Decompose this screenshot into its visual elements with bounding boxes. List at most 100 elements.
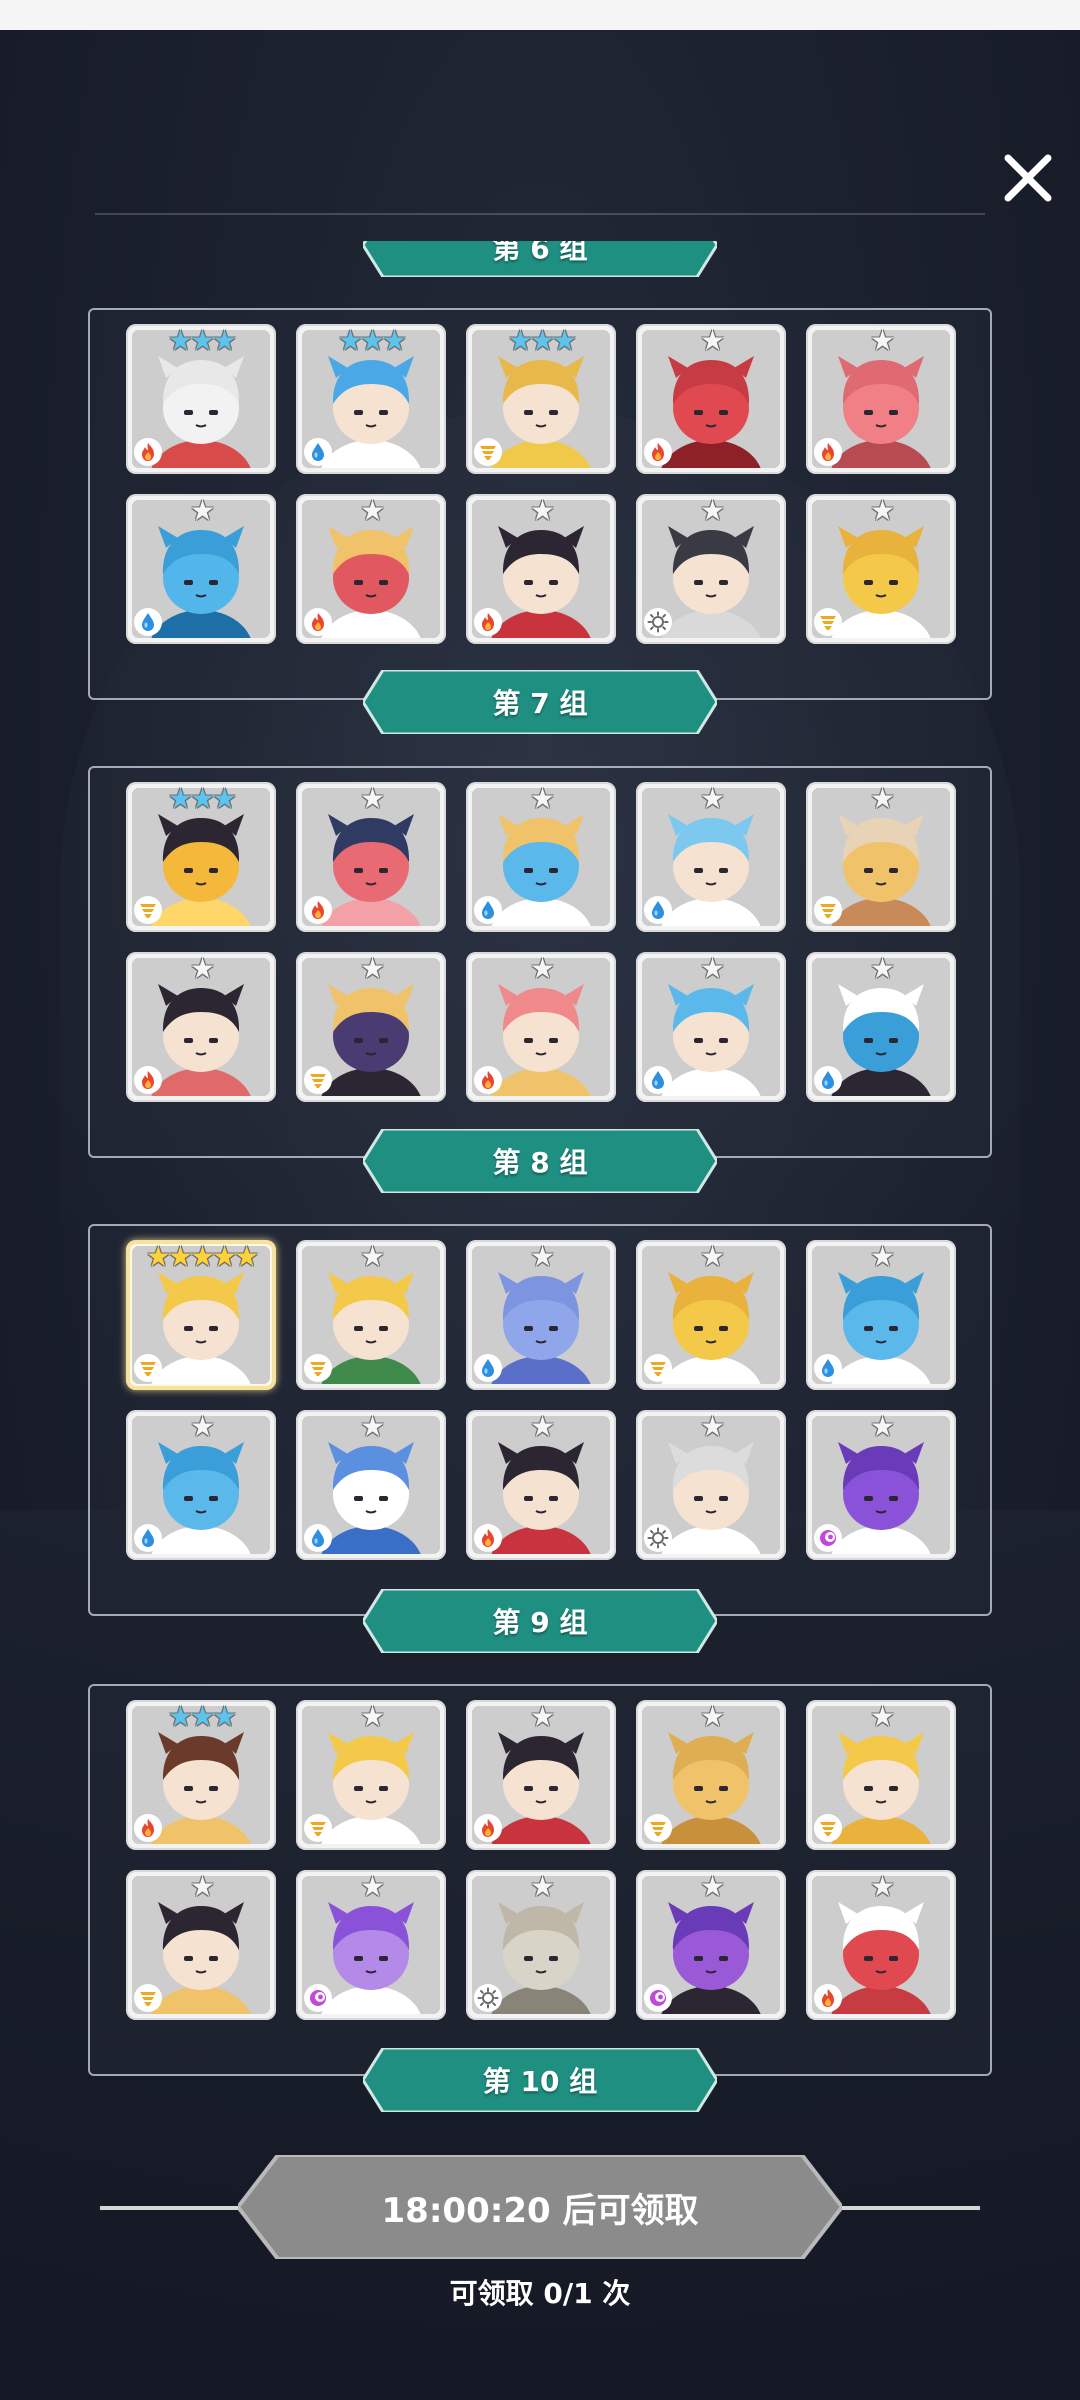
character-card[interactable]: ★ [806,952,956,1102]
character-card[interactable]: ★★★ [126,782,276,932]
star-rating: ★ [126,496,276,526]
close-button[interactable] [998,148,1058,208]
character-card[interactable]: ★ [296,1870,446,2020]
star-icon: ★ [869,1700,895,1733]
character-card[interactable]: ★★★ [126,1700,276,1850]
fire-element-icon [134,438,162,466]
character-card[interactable]: ★ [126,952,276,1102]
star-icon: ★ [359,1410,385,1443]
character-card[interactable]: ★ [466,1240,616,1390]
star-rating: ★ [806,784,956,814]
character-card[interactable]: ★ [636,952,786,1102]
fire-element-icon [814,438,842,466]
wind-element-icon [134,1354,162,1382]
group-title: 第 10 组 [482,2065,598,2098]
fire-element-icon [304,608,332,636]
character-card[interactable]: ★ [806,782,956,932]
close-icon [1004,154,1052,202]
group-title: 第 8 组 [492,1146,588,1179]
star-icon: ★ [167,1700,193,1733]
character-card[interactable]: ★★★ [466,324,616,474]
star-icon: ★ [359,1240,385,1273]
claim-line-left [100,2206,260,2210]
star-icon: ★ [552,324,577,357]
character-card[interactable]: ★★★ [126,324,276,474]
star-icon: ★ [529,1410,555,1443]
claim-button-label: 18:00:20 后可领取 [381,2190,699,2231]
character-card[interactable]: ★ [126,1410,276,1560]
star-icon: ★ [869,1870,895,1903]
star-rating: ★ [466,954,616,984]
star-rating: ★ [296,784,446,814]
water-element-icon [814,1354,842,1382]
star-icon: ★ [189,324,215,357]
star-icon: ★ [699,1700,725,1733]
group-title: 第 9 组 [492,1606,588,1639]
star-icon: ★ [869,324,895,357]
character-card[interactable]: ★ [296,1410,446,1560]
character-card[interactable]: ★ [466,782,616,932]
star-icon: ★ [699,494,725,527]
character-card[interactable]: ★ [296,952,446,1102]
star-rating: ★ [296,1872,446,1902]
star-rating: ★ [466,784,616,814]
star-icon: ★ [189,1410,215,1443]
character-card[interactable]: ★ [636,324,786,474]
group-title-ribbon: 第 7 组 [363,670,717,734]
character-card[interactable]: ★ [636,1410,786,1560]
star-icon: ★ [145,1240,171,1273]
character-card[interactable]: ★ [126,494,276,644]
wind-element-icon [304,1354,332,1382]
character-card[interactable]: ★ [466,1700,616,1850]
star-icon: ★ [359,1700,385,1733]
character-card[interactable]: ★ [806,1410,956,1560]
character-card[interactable]: ★ [466,1870,616,2020]
character-card[interactable]: ★★★★★ [126,1240,276,1390]
star-icon: ★ [869,1240,895,1273]
fire-element-icon [474,1814,502,1842]
star-rating: ★★★★★ [126,1242,276,1272]
character-card[interactable]: ★ [466,952,616,1102]
character-card[interactable]: ★ [126,1870,276,2020]
character-card[interactable]: ★ [296,1240,446,1390]
wind-element-icon [304,1066,332,1094]
character-card[interactable]: ★ [806,324,956,474]
star-icon: ★ [529,1870,555,1903]
claim-button[interactable]: 18:00:20 后可领取 [238,2155,842,2259]
character-card[interactable]: ★ [296,782,446,932]
star-icon: ★ [359,952,385,985]
star-rating: ★ [636,326,786,356]
character-card[interactable]: ★ [296,494,446,644]
wind-element-icon [644,1814,672,1842]
star-rating: ★★★ [126,326,276,356]
character-card[interactable]: ★ [806,1700,956,1850]
water-element-icon [474,896,502,924]
star-icon: ★ [699,952,725,985]
star-rating: ★ [296,1702,446,1732]
water-element-icon [304,438,332,466]
character-grid: ★★★★★ ★ ★ ★ ★ ★ ★ ★ ★ ★ [126,1240,956,1560]
star-icon: ★ [359,324,385,357]
star-rating: ★ [466,1872,616,1902]
character-card[interactable]: ★★★ [296,324,446,474]
character-card[interactable]: ★ [636,1870,786,2020]
character-card[interactable]: ★ [806,1240,956,1390]
star-icon: ★ [359,1870,385,1903]
star-rating: ★ [466,496,616,526]
character-card[interactable]: ★ [466,1410,616,1560]
star-rating: ★ [636,1242,786,1272]
star-icon: ★ [189,1870,215,1903]
character-card[interactable]: ★ [806,1870,956,2020]
star-icon: ★ [359,494,385,527]
character-card[interactable]: ★ [296,1700,446,1850]
star-rating: ★ [806,1872,956,1902]
character-card[interactable]: ★ [636,494,786,644]
character-card[interactable]: ★ [636,782,786,932]
character-card[interactable]: ★ [636,1700,786,1850]
character-card[interactable]: ★ [636,1240,786,1390]
star-rating: ★ [296,954,446,984]
star-icon: ★ [382,324,407,357]
star-rating: ★ [806,496,956,526]
character-card[interactable]: ★ [806,494,956,644]
character-card[interactable]: ★ [466,494,616,644]
